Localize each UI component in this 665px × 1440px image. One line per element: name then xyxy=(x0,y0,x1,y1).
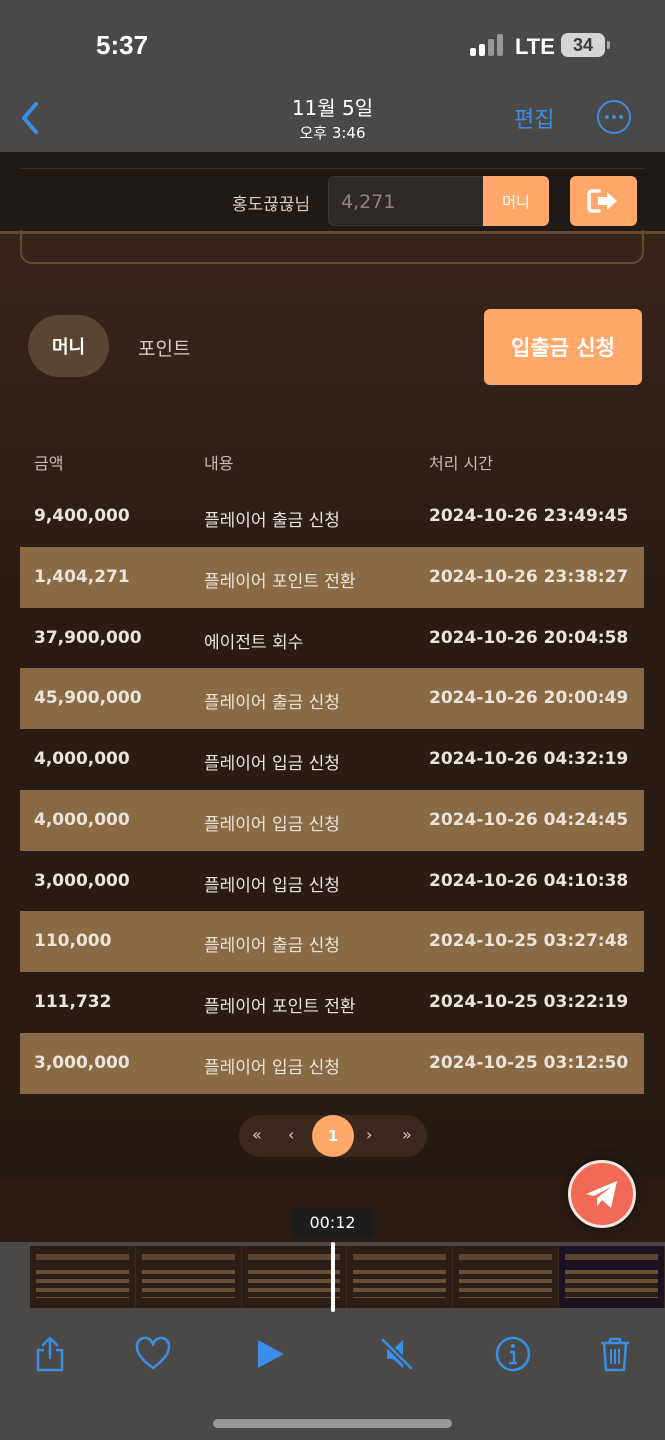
table-row: 37,900,000 에이전트 회수 2024-10-26 20:04:58 xyxy=(20,608,644,669)
heart-icon[interactable] xyxy=(133,1334,173,1374)
time-cell: 2024-10-26 04:10:38 xyxy=(429,870,629,891)
column-header-time: 처리 시간 xyxy=(429,454,493,473)
amount-cell: 3,000,000 xyxy=(34,1052,130,1073)
username-label: 홍도끊끊님 xyxy=(232,195,311,215)
info-icon[interactable] xyxy=(493,1334,533,1374)
thumbnail xyxy=(30,1246,136,1308)
photo-time: 오후 3:46 xyxy=(299,124,366,142)
play-icon[interactable] xyxy=(250,1334,290,1374)
time-cell: 2024-10-26 23:49:45 xyxy=(429,506,629,526)
table-row: 3,000,000 플레이어 입금 신청 2024-10-25 03:12:50 xyxy=(20,1032,644,1094)
table-row: 4,000,000 플레이어 입금 신청 2024-10-26 04:24:45 xyxy=(20,789,644,851)
content-cell: 플레이어 포인트 전환 xyxy=(204,571,356,592)
thumbnail xyxy=(135,1246,242,1308)
more-icon[interactable] xyxy=(597,100,631,134)
battery-icon: 34 xyxy=(561,33,610,57)
video-scrubber[interactable] xyxy=(0,1242,665,1312)
amount-cell: 37,900,000 xyxy=(34,627,142,648)
amount-cell: 45,900,000 xyxy=(34,688,142,709)
time-cell: 2024-10-26 23:38:27 xyxy=(429,566,629,587)
table-row: 9,400,000 플레이어 출금 신청 2024-10-26 23:49:45 xyxy=(20,486,644,547)
content-cell: 플레이어 출금 신청 xyxy=(204,693,340,714)
photo-nav-bar: 11월 5일 오후 3:46 편집 xyxy=(0,92,665,152)
table-row: 3,000,000 플레이어 입금 신청 2024-10-26 04:10:38 xyxy=(20,851,644,912)
table-row: 1,404,271 플레이어 포인트 전환 2024-10-26 23:38:27 xyxy=(20,546,644,608)
column-header-amount: 금액 xyxy=(34,454,64,473)
column-header-content: 내용 xyxy=(204,454,234,473)
time-cell: 2024-10-25 03:22:19 xyxy=(429,992,629,1012)
thumbnail xyxy=(347,1246,454,1308)
playhead-handle[interactable] xyxy=(331,1242,335,1312)
share-icon[interactable] xyxy=(30,1334,70,1374)
content-cell: 플레이어 입금 신청 xyxy=(204,814,340,835)
tab-point[interactable]: 포인트 xyxy=(138,334,190,361)
table-row: 111,732 플레이어 포인트 전환 2024-10-25 03:22:19 xyxy=(20,972,644,1033)
content-cell: 플레이어 포인트 전환 xyxy=(204,997,356,1017)
web-page: 홍도끊끊님 4,271 머니 머니 포인트 입출금 신청 금액 내용 처리 시간… xyxy=(0,152,665,1242)
photo-date: 11월 5일 xyxy=(291,96,374,120)
logout-button[interactable] xyxy=(570,176,637,226)
prev-page-button[interactable]: ‹ xyxy=(288,1125,294,1144)
table-row: 45,900,000 플레이어 출금 신청 2024-10-26 20:00:49 xyxy=(20,668,644,729)
time-cell: 2024-10-25 03:12:50 xyxy=(429,1052,629,1073)
amount-cell: 4,000,000 xyxy=(34,809,130,830)
amount-cell: 4,000,000 xyxy=(34,749,130,769)
content-cell: 플레이어 출금 신청 xyxy=(204,936,340,957)
pagination: « ‹ 1 › » xyxy=(239,1115,427,1157)
thumbnail xyxy=(453,1246,560,1308)
last-page-button[interactable]: » xyxy=(402,1125,412,1144)
content-cell: 플레이어 입금 신청 xyxy=(204,1057,340,1078)
amount-cell: 9,400,000 xyxy=(34,506,130,526)
time-cell: 2024-10-25 03:27:48 xyxy=(429,931,629,952)
status-time: 5:37 xyxy=(96,30,149,60)
edit-button[interactable]: 편집 xyxy=(514,102,554,134)
thumbnail xyxy=(559,1246,665,1308)
time-cell: 2024-10-26 04:32:19 xyxy=(429,749,629,769)
logout-icon xyxy=(587,189,617,213)
trash-icon[interactable] xyxy=(595,1334,635,1374)
time-cell: 2024-10-26 20:04:58 xyxy=(429,627,629,648)
transaction-table: 9,400,000 플레이어 출금 신청 2024-10-26 23:49:45 1… xyxy=(20,486,644,1094)
amount-cell: 1,404,271 xyxy=(34,566,130,587)
deposit-withdraw-button[interactable]: 입출금 신청 xyxy=(484,309,642,385)
content-cell: 플레이어 입금 신청 xyxy=(204,754,340,774)
amount-cell: 3,000,000 xyxy=(34,870,130,891)
next-page-button[interactable]: › xyxy=(366,1125,372,1144)
telegram-button[interactable] xyxy=(568,1160,636,1228)
signal-icon xyxy=(470,34,504,56)
content-cell: 플레이어 입금 신청 xyxy=(204,875,340,896)
first-page-button[interactable]: « xyxy=(252,1125,262,1144)
mute-icon[interactable] xyxy=(377,1334,417,1374)
content-cell: 에이전트 회수 xyxy=(204,632,304,653)
video-timer: 00:12 xyxy=(292,1208,373,1237)
time-cell: 2024-10-26 04:24:45 xyxy=(429,809,629,830)
top-header: 홍도끊끊님 4,271 머니 xyxy=(0,152,665,234)
content-cell: 플레이어 출금 신청 xyxy=(204,511,340,531)
table-row: 4,000,000 플레이어 입금 신청 2024-10-26 04:32:19 xyxy=(20,729,644,790)
panel-frame xyxy=(20,230,644,264)
time-cell: 2024-10-26 20:00:49 xyxy=(429,688,629,709)
amount-cell: 111,732 xyxy=(34,992,112,1012)
scrubber-thumbnails xyxy=(30,1246,665,1308)
current-page-button[interactable]: 1 xyxy=(312,1115,354,1157)
telegram-icon xyxy=(586,1181,617,1208)
balance-display: 4,271 xyxy=(328,176,484,226)
table-row: 110,000 플레이어 출금 신청 2024-10-25 03:27:48 xyxy=(20,911,644,972)
network-label: LTE xyxy=(515,34,555,59)
money-button[interactable]: 머니 xyxy=(483,176,549,226)
home-indicator xyxy=(213,1419,452,1428)
status-bar: 5:37 LTE 34 xyxy=(0,0,665,92)
amount-cell: 110,000 xyxy=(34,931,112,952)
tab-money[interactable]: 머니 xyxy=(28,315,109,377)
